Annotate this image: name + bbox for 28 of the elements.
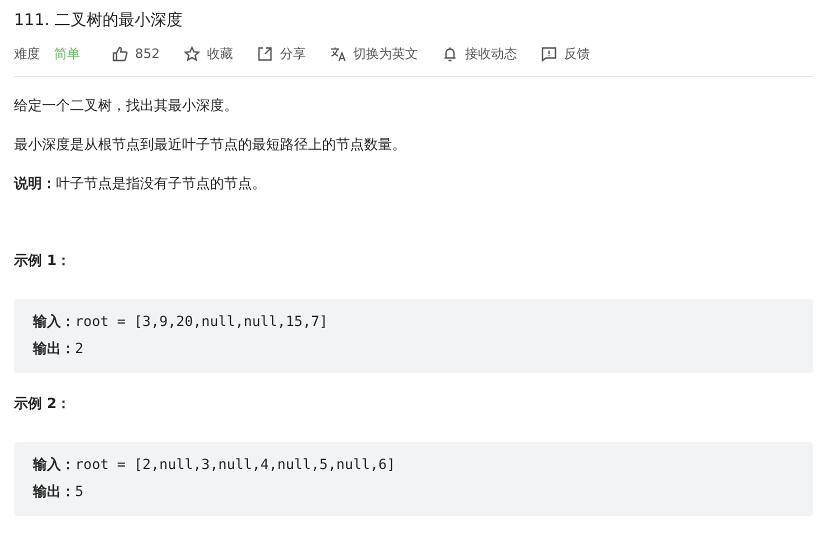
problem-title: 111. 二叉树的最小深度 bbox=[14, 9, 184, 31]
share-icon bbox=[256, 46, 273, 62]
feedback-icon bbox=[540, 46, 557, 62]
star-button[interactable]: 收藏 bbox=[184, 45, 233, 63]
like-button[interactable]: 852 bbox=[112, 46, 160, 62]
code-text: root = [3,9,20,null,null,15,7] bbox=[75, 314, 328, 330]
example-heading: 示例 1： bbox=[14, 252, 72, 271]
code-text: 5 bbox=[75, 484, 84, 500]
example-heading: 示例 2： bbox=[14, 395, 72, 414]
code-label: 输入： bbox=[33, 314, 75, 330]
description-text: 最小深度是从根节点到最近叶子节点的最短路径上的节点数量。 bbox=[14, 136, 407, 155]
share-button[interactable]: 分享 bbox=[256, 45, 306, 63]
translate-icon bbox=[330, 46, 346, 62]
star-icon bbox=[184, 46, 200, 62]
description-text: 说明：叶子节点是指没有子节点的节点。 bbox=[14, 175, 267, 194]
bell-icon bbox=[442, 46, 458, 62]
bell-button[interactable]: 接收动态 bbox=[442, 45, 517, 63]
feedback-button[interactable]: 反馈 bbox=[540, 45, 590, 63]
description-text: 给定一个二叉树，找出其最小深度。 bbox=[14, 97, 239, 116]
code-text: root = [2,null,3,null,4,null,5,null,6] bbox=[75, 457, 396, 473]
code-label: 输出： bbox=[33, 484, 75, 500]
code-label: 输入： bbox=[33, 457, 75, 473]
difficulty-label: 难度 bbox=[14, 46, 40, 63]
difficulty-value: 简单 bbox=[54, 46, 80, 63]
code-label: 输出： bbox=[33, 341, 75, 357]
thumbs-up-icon bbox=[112, 46, 128, 62]
code-text: 2 bbox=[75, 341, 84, 357]
translate-button[interactable]: 切换为英文 bbox=[330, 45, 418, 63]
